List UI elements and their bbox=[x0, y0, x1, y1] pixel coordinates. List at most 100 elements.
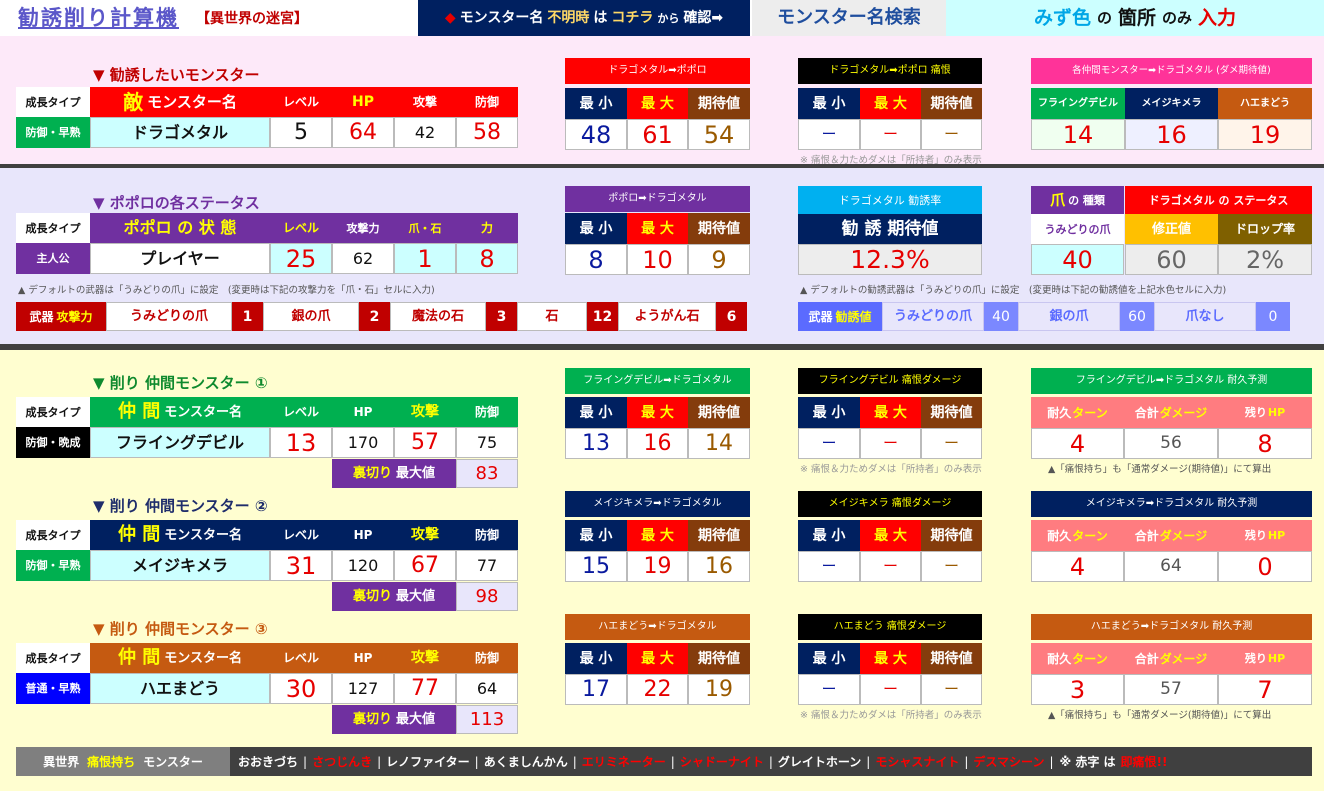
dmg-min-label: 最 小 bbox=[565, 520, 627, 551]
monster-name-input[interactable]: ハエまどう bbox=[90, 673, 270, 704]
lure-label: 武器 勧誘値 bbox=[798, 302, 882, 331]
weapons-label: 武器 攻撃力 bbox=[16, 302, 106, 331]
ally3-label: ハエまどう bbox=[1218, 88, 1312, 119]
total-label-a: 合計 bbox=[1134, 528, 1159, 543]
endure-title: メイジキメラ➡ドラゴメタル 耐久予測 bbox=[1031, 491, 1312, 517]
monster-search-button[interactable]: モンスター名検索 bbox=[752, 0, 946, 36]
rate-title: ドラゴメタル 勧誘率 bbox=[798, 186, 982, 214]
hp-value: 170 bbox=[332, 427, 394, 458]
mod-value: 60 bbox=[1125, 244, 1218, 275]
grudge-title: メイジキメラ 痛恨ダメージ bbox=[798, 491, 982, 517]
grudge-min: ー bbox=[798, 428, 860, 459]
level-label: レベル bbox=[270, 520, 332, 550]
growth-label: 成長タイプ bbox=[16, 397, 90, 427]
def-label: 防御 bbox=[456, 520, 518, 550]
lure-value: 0 bbox=[1256, 302, 1290, 331]
turn-label-a: 耐久 bbox=[1047, 651, 1072, 666]
left-label-b: HP bbox=[1267, 529, 1286, 542]
section-title: ▼ 勧誘したいモンスター bbox=[93, 66, 260, 84]
notice-text-5: から bbox=[657, 11, 680, 25]
betray-label: 裏切り 最大値 bbox=[332, 582, 456, 611]
monster-name-input[interactable]: メイジキメラ bbox=[90, 550, 270, 581]
growth-value: 防御・早熟 bbox=[16, 117, 90, 148]
level-value[interactable]: 5 bbox=[270, 117, 332, 148]
dmg-min-label: 最 小 bbox=[565, 397, 627, 428]
turn-label-a: 耐久 bbox=[1047, 405, 1072, 420]
grudge-min: ー bbox=[798, 674, 860, 705]
grudge-min: ー bbox=[798, 551, 860, 582]
level-label: レベル bbox=[270, 87, 332, 117]
name-label-a: 敵 bbox=[123, 90, 144, 114]
atk-value: 57 bbox=[394, 427, 456, 458]
def-value: 75 bbox=[456, 427, 518, 458]
betray-value: 83 bbox=[456, 459, 518, 488]
left-label: 残り HP bbox=[1218, 520, 1312, 551]
dmg-exp-label: 期待値 bbox=[688, 397, 750, 428]
weapon-value: 6 bbox=[716, 302, 747, 331]
betray-label-a: 裏切り bbox=[352, 589, 392, 604]
ally2-label: メイジキメラ bbox=[1125, 88, 1218, 119]
level-label: レベル bbox=[270, 213, 332, 243]
notice-link[interactable]: ◆ モンスター名 不明時 は コチラ から 確認➡ bbox=[418, 0, 750, 36]
left-label-b: HP bbox=[1267, 406, 1286, 419]
growth-value: 防御・早熟 bbox=[16, 550, 90, 581]
dmg-min: 8 bbox=[565, 244, 627, 275]
total-label-b: ダメージ bbox=[1159, 528, 1208, 543]
atk-label: 攻撃 bbox=[394, 87, 456, 117]
growth-value: 防御・晩成 bbox=[16, 427, 90, 458]
separator: | bbox=[572, 754, 577, 769]
dmg-max: 19 bbox=[627, 551, 688, 582]
claw-type-label-a: 爪 bbox=[1050, 190, 1066, 209]
grudge-exp-label: 期待値 bbox=[921, 643, 982, 674]
dmg-min: 17 bbox=[565, 674, 627, 705]
level-input[interactable]: 13 bbox=[270, 427, 332, 458]
def-value: 58 bbox=[456, 117, 518, 148]
ally-exp-title: 各仲間モンスター➡ドラゴメタル (ダメ期待値) bbox=[1031, 58, 1312, 84]
power-input[interactable]: 8 bbox=[456, 243, 518, 274]
total-label-b: ダメージ bbox=[1159, 405, 1208, 420]
dmg-exp: 19 bbox=[688, 674, 750, 705]
lure-note: ▲ デフォルトの勧誘武器は「うみどりの爪」に設定 (変更時は下記の勧誘値を上記水… bbox=[800, 285, 1227, 296]
separator: | bbox=[670, 754, 675, 769]
name-label-a: 仲 間 bbox=[117, 647, 161, 668]
popolo-section: ▼ ポポロの各ステータス 成長タイプ 主人公 ポポロ の 状 態 レベル 攻撃力… bbox=[0, 168, 1324, 344]
dmg-max-label: 最 大 bbox=[627, 520, 688, 551]
claw-type-label-b: の 種類 bbox=[1068, 193, 1105, 207]
level-input[interactable]: 31 bbox=[270, 550, 332, 581]
name-label: 仲 間モンスター名 bbox=[90, 397, 270, 427]
grudge-exp-label: 期待値 bbox=[921, 397, 982, 428]
def-value: 64 bbox=[456, 673, 518, 704]
betray-value: 113 bbox=[456, 705, 518, 734]
level-input[interactable]: 30 bbox=[270, 673, 332, 704]
footer-note-a: ※ 赤字 は bbox=[1059, 755, 1116, 769]
level-input[interactable]: 25 bbox=[270, 243, 332, 274]
monster-name-input[interactable]: フライングデビル bbox=[90, 427, 270, 458]
growth-label: 成長タイプ bbox=[16, 643, 90, 673]
left-value: 7 bbox=[1218, 674, 1312, 705]
dmg-exp: 16 bbox=[688, 551, 750, 582]
lure-label-b: 勧誘値 bbox=[835, 309, 872, 324]
name-label: 仲 間モンスター名 bbox=[90, 643, 270, 673]
hp-value: 120 bbox=[332, 550, 394, 581]
endure-note: ▲「痛恨持ち」も「通常ダメージ(期待値)」にて算出 bbox=[1048, 710, 1272, 721]
dmg-exp-label: 期待値 bbox=[688, 88, 750, 119]
grudge-title: フライングデビル 痛恨ダメージ bbox=[798, 368, 982, 394]
grudge-monster: デスマシーン bbox=[973, 755, 1045, 769]
dmg-min-label: 最 小 bbox=[565, 643, 627, 674]
weapon-value: 12 bbox=[587, 302, 618, 331]
claw-mod-input[interactable]: 40 bbox=[1031, 244, 1124, 275]
hint-4: のみ bbox=[1162, 8, 1193, 27]
grudge-monster: レノファイター bbox=[386, 755, 470, 769]
betray-label-a: 裏切り bbox=[352, 466, 392, 481]
weapon-name: 銀の爪 bbox=[263, 302, 359, 331]
grudge-max: ー bbox=[860, 428, 921, 459]
turn-label-a: 耐久 bbox=[1047, 528, 1072, 543]
weapon-name: ようがん石 bbox=[618, 302, 716, 331]
claw-input[interactable]: 1 bbox=[394, 243, 456, 274]
monster-name-input[interactable]: ドラゴメタル bbox=[90, 117, 270, 148]
grudge-monster: おおきづち bbox=[238, 755, 299, 769]
growth-value: 主人公 bbox=[16, 243, 90, 274]
diamond-icon: ◆ bbox=[444, 10, 456, 26]
grudge-max: ー bbox=[860, 551, 921, 582]
grudge-min-label: 最 小 bbox=[798, 643, 860, 674]
